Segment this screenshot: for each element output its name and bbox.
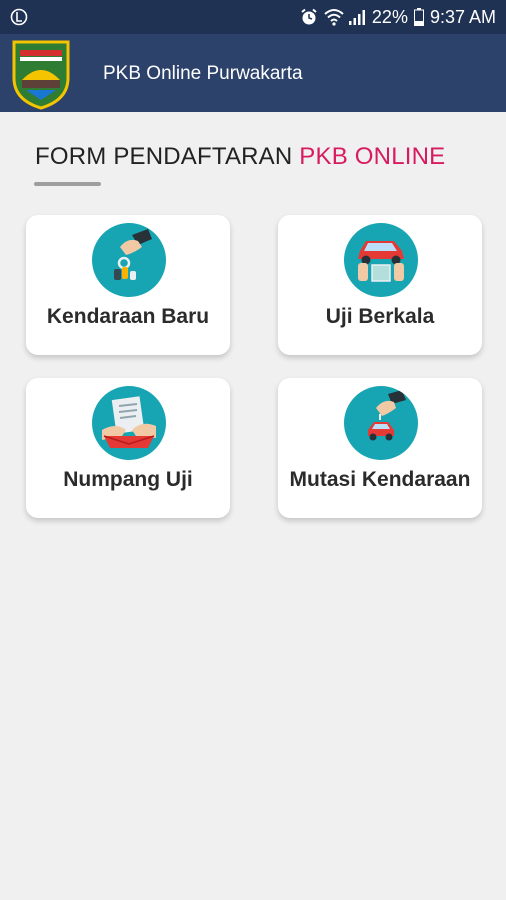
car-inspection-icon	[344, 223, 418, 297]
battery-icon	[413, 8, 424, 26]
page-title: FORM PENDAFTARAN PKB ONLINE	[35, 143, 445, 171]
signal-icon	[348, 8, 366, 26]
clock-time: 9:37 AM	[429, 6, 496, 27]
car-transfer-icon	[344, 386, 418, 460]
menu-label: Kendaraan Baru	[46, 305, 210, 328]
menu-card-numpang-uji[interactable]: Numpang Uji	[26, 378, 230, 518]
menu-label: Uji Berkala	[325, 305, 435, 328]
page-title-accent: PKB ONLINE	[299, 143, 446, 170]
wifi-icon	[324, 8, 344, 26]
menu-label: Numpang Uji	[63, 468, 193, 491]
app-bar: PKB Online Purwakarta	[0, 34, 506, 112]
car-key-icon	[92, 223, 166, 297]
app-title: PKB Online Purwakarta	[103, 63, 303, 84]
main-content: FORM PENDAFTARAN PKB ONLINE Kendaraan Ba…	[0, 112, 506, 900]
battery-percent: 22%	[371, 6, 408, 27]
menu-card-mutasi-kendaraan[interactable]: Mutasi Kendaraan	[278, 378, 482, 518]
title-underline	[34, 182, 101, 186]
notification-icon	[10, 8, 28, 26]
menu-card-kendaraan-baru[interactable]: Kendaraan Baru	[26, 215, 230, 355]
menu-label: Mutasi Kendaraan	[289, 468, 471, 491]
purwakarta-logo	[8, 38, 74, 110]
alarm-icon	[300, 8, 318, 26]
page-title-main: FORM PENDAFTARAN	[35, 143, 300, 170]
document-handover-icon	[92, 386, 166, 460]
menu-card-uji-berkala[interactable]: Uji Berkala	[278, 215, 482, 355]
status-bar: 22% 9:37 AM	[0, 0, 506, 34]
